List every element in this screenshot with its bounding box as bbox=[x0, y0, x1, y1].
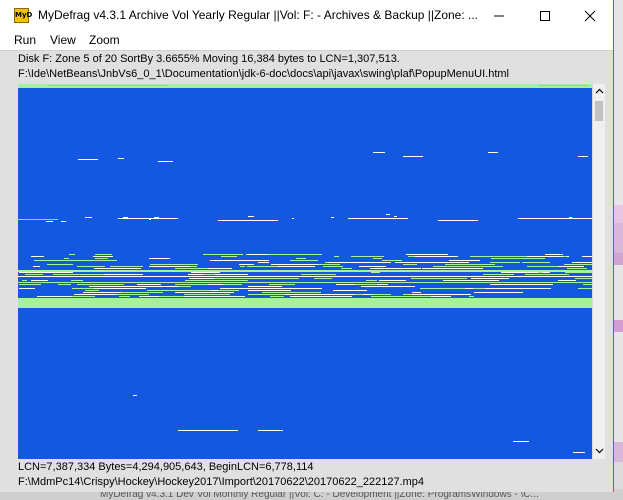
status-line-progress: Disk F: Zone 5 of 20 SortBy 3.6655% Movi… bbox=[18, 53, 400, 65]
status-line-last-file: F:\MdmPc14\Crispy\Hockey\Hockey2017\Impo… bbox=[18, 476, 425, 488]
maximize-icon bbox=[540, 11, 550, 21]
scroll-down-icon[interactable] bbox=[595, 446, 604, 455]
close-icon bbox=[584, 10, 596, 22]
disk-map-graphic bbox=[18, 84, 592, 453]
vertical-scrollbar[interactable] bbox=[592, 84, 605, 459]
minimize-icon bbox=[494, 15, 504, 17]
maximize-button[interactable] bbox=[522, 0, 568, 32]
minimize-button[interactable] bbox=[476, 0, 522, 32]
menu-zoom[interactable]: Zoom bbox=[89, 33, 120, 47]
menu-bar: Run View Zoom bbox=[0, 32, 613, 50]
title-bar[interactable]: MyD MyDefrag v4.3.1 Archive Vol Yearly R… bbox=[0, 0, 613, 32]
status-line-lcn: LCN=7,387,334 Bytes=4,294,905,643, Begin… bbox=[18, 461, 314, 473]
scroll-up-icon[interactable] bbox=[595, 87, 604, 96]
window-title: MyDefrag v4.3.1 Archive Vol Yearly Regul… bbox=[38, 8, 479, 22]
content-area: Disk F: Zone 5 of 20 SortBy 3.6655% Movi… bbox=[0, 50, 613, 492]
menu-run[interactable]: Run bbox=[14, 33, 36, 47]
menu-view[interactable]: View bbox=[50, 33, 76, 47]
mydefrag-window: MyD MyDefrag v4.3.1 Archive Vol Yearly R… bbox=[0, 0, 614, 492]
disk-cluster-map[interactable] bbox=[18, 84, 592, 459]
scroll-thumb[interactable] bbox=[595, 101, 603, 121]
status-line-current-file: F:\Ide\NetBeans\JnbVs6_0_1\Documentation… bbox=[18, 68, 509, 80]
app-icon: MyD bbox=[14, 8, 32, 23]
close-button[interactable] bbox=[567, 0, 613, 32]
